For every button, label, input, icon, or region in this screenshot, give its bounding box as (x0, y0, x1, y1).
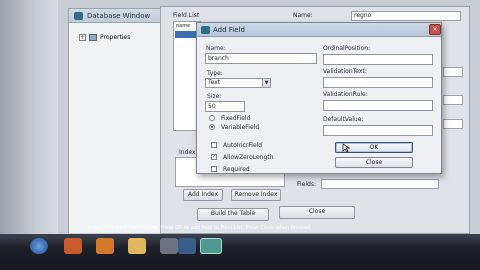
validation-text-label: ValidationText: (323, 68, 367, 75)
af-size-label: Size: (207, 93, 222, 100)
af-type-value: Text (208, 79, 221, 86)
screen-bezel (0, 0, 58, 240)
required-label: Required (223, 166, 250, 173)
properties-icon (89, 33, 97, 41)
taskbar (0, 234, 480, 270)
firefox-icon[interactable] (96, 238, 114, 254)
auto-incr-label: AutoIncrField (223, 142, 263, 149)
main-validation-field[interactable] (443, 95, 463, 105)
vb-icon[interactable] (178, 238, 196, 254)
validation-rule-field[interactable] (323, 100, 433, 111)
fixed-field-radio[interactable] (209, 115, 215, 121)
allow-zero-length-label: AllowZeroLength (223, 154, 274, 161)
validation-rule-label: ValidationRule: (323, 91, 368, 98)
af-type-select[interactable]: Text ▼ (205, 78, 271, 88)
mouse-cursor-icon (342, 143, 350, 153)
main-name-label: Name: (293, 12, 313, 19)
variable-field-radio[interactable] (209, 124, 215, 130)
dataform-icon[interactable] (200, 238, 222, 254)
database-app-icon (74, 12, 83, 20)
database-window-body: + Properties (69, 23, 167, 233)
database-window: Database Window + Properties (68, 8, 168, 233)
allow-zero-length-checkbox[interactable]: ✓ (211, 154, 217, 160)
database-window-title: Database Window (87, 12, 151, 20)
add-index-button[interactable]: Add Index (183, 189, 223, 201)
fixed-field-label: FixedField (221, 115, 251, 122)
auto-incr-checkbox[interactable] (211, 142, 217, 148)
add-field-app-icon (201, 26, 210, 34)
build-table-button[interactable]: Build the Table (197, 208, 269, 221)
folder-icon[interactable] (128, 238, 146, 254)
af-name-label: Name: (206, 45, 226, 52)
af-name-field[interactable]: branch (205, 53, 317, 64)
add-field-titlebar[interactable]: Add Field × (197, 23, 441, 37)
add-field-dialog: Add Field × Name: branch Type: Text ▼ Si… (196, 22, 442, 174)
af-size-field[interactable]: 50 (205, 101, 245, 112)
fields-label: Fields: (297, 181, 316, 188)
af-type-label: Type: (207, 70, 223, 77)
default-value-label: DefaultValue: (323, 116, 364, 123)
variable-field-radio-wrap[interactable] (209, 124, 217, 132)
tree-item-label: Properties (100, 33, 131, 41)
default-value-field[interactable] (323, 125, 433, 136)
status-bar-text: Enter New Field Parameters, Press OK to … (88, 225, 311, 231)
af-close-button[interactable]: Close (335, 157, 413, 168)
index-fields-field[interactable] (321, 179, 439, 189)
close-icon[interactable]: × (429, 24, 441, 35)
ordinal-position-field[interactable] (323, 54, 433, 65)
expand-plus-icon[interactable]: + (79, 33, 86, 41)
field-list-label: Field List (173, 12, 200, 19)
main-name-field[interactable]: regno (351, 11, 461, 21)
main-ordinal-field[interactable] (443, 67, 463, 77)
chevron-down-icon[interactable]: ▼ (262, 79, 270, 87)
main-close-button[interactable]: Close (279, 206, 355, 219)
add-field-title: Add Field (213, 26, 245, 34)
ordinal-position-label: OrdinalPosition: (323, 45, 371, 52)
variable-field-label: VariableField (221, 124, 260, 131)
index-label: Index (179, 149, 196, 156)
start-orb-icon[interactable] (30, 238, 48, 254)
app-icon[interactable] (160, 238, 178, 254)
fixed-field-radio-wrap[interactable] (209, 115, 217, 123)
validation-text-field[interactable] (323, 77, 433, 88)
database-window-titlebar[interactable]: Database Window (69, 9, 167, 23)
media-player-icon[interactable] (64, 238, 82, 254)
required-checkbox[interactable] (211, 166, 217, 172)
remove-index-button[interactable]: Remove Index (231, 189, 281, 201)
main-default-field[interactable] (443, 119, 463, 129)
tree-item-properties[interactable]: + Properties (79, 32, 130, 42)
